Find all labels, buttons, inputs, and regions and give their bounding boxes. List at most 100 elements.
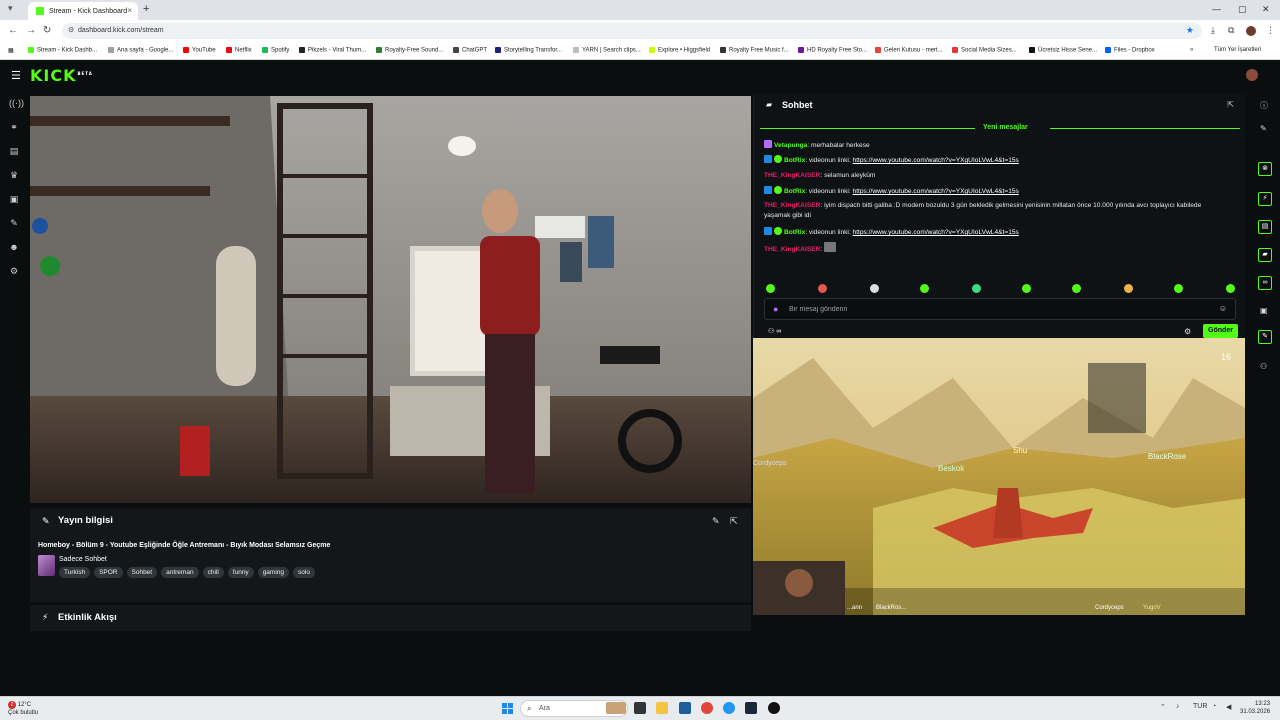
weather-widget[interactable]: 2 12°C Çok bulutlu <box>8 701 38 717</box>
bookmark-item[interactable]: Files - Dropbox <box>1105 47 1155 54</box>
wifi-icon[interactable]: ◔ <box>1212 703 1216 710</box>
lightning-icon[interactable]: ⚡ <box>1258 192 1272 206</box>
game-screen-preview[interactable]: Shu Beskok BlackRose Cordyceps 16 ...ann… <box>753 338 1245 615</box>
bookmark-item[interactable]: ChatGPT <box>453 47 487 54</box>
tray-overflow-icon[interactable]: ⌃ <box>1160 703 1166 711</box>
bookmark-item[interactable]: Storytelling Transfor... <box>495 47 562 54</box>
emote-icon[interactable] <box>870 284 879 293</box>
content-icon[interactable]: ▣ <box>9 194 19 204</box>
community-icon[interactable]: ⚭ <box>9 122 19 132</box>
tab-close-icon[interactable]: × <box>127 6 132 15</box>
analytics-icon[interactable]: ▤ <box>9 146 19 156</box>
clipboard-icon[interactable]: ▤ <box>1258 220 1272 234</box>
tag[interactable]: Turkish <box>59 567 91 578</box>
bookmark-item[interactable]: HD Royalty Free Sto... <box>798 47 867 54</box>
menu-icon[interactable]: ☰ <box>11 69 21 82</box>
back-icon[interactable]: ← <box>8 25 18 36</box>
tag[interactable]: SPOR <box>94 567 123 578</box>
app-icon[interactable] <box>768 702 780 714</box>
tag[interactable]: funny <box>227 567 254 578</box>
emote-icon[interactable] <box>920 284 929 293</box>
bookmark-item[interactable]: Spotify <box>262 47 289 54</box>
language-indicator[interactable]: TUR <box>1193 703 1207 710</box>
emote-icon[interactable] <box>1072 284 1081 293</box>
extensions-icon[interactable]: ⧉ <box>1228 25 1234 36</box>
link-icon[interactable]: ∞ <box>1258 276 1272 290</box>
download-icon[interactable]: ⤓ <box>1211 25 1215 36</box>
tag[interactable]: chill <box>202 567 224 578</box>
emote-icon[interactable] <box>972 284 981 293</box>
bookmark-item[interactable]: YARN | Search clips... <box>573 47 641 54</box>
bookmark-item[interactable]: Gelen Kutusu - mert... <box>875 47 943 54</box>
bookmark-item[interactable]: Netflix <box>226 47 252 54</box>
chat-tools-icon[interactable]: ⚇ ∞ <box>768 327 781 335</box>
popout-icon[interactable]: ⇱ <box>730 516 738 527</box>
emoji-picker-icon[interactable]: ☺ <box>1219 304 1227 313</box>
forward-icon[interactable]: → <box>26 25 36 36</box>
info-icon[interactable]: ⓘ <box>1260 100 1268 111</box>
emote-icon[interactable] <box>1174 284 1183 293</box>
category-name[interactable]: Sadece Sohbet <box>59 556 107 563</box>
widget-app-icon[interactable] <box>606 702 626 714</box>
stream-video-preview[interactable] <box>30 96 751 503</box>
edit-icon[interactable]: ✎ <box>712 516 720 527</box>
tag[interactable]: gaming <box>257 567 290 578</box>
emote-icon[interactable] <box>766 284 775 293</box>
stream-live-icon[interactable]: ((·)) <box>9 98 24 108</box>
bookmark-item[interactable]: Explore • Higgsfield <box>649 47 710 54</box>
task-view-icon[interactable] <box>634 702 646 714</box>
close-window-icon[interactable]: ✕ <box>1262 4 1270 15</box>
wrench-tool-icon[interactable]: ✎ <box>1258 330 1272 344</box>
settings-icon[interactable]: ⚙ <box>9 266 19 276</box>
share-icon[interactable]: ⚇ <box>1260 362 1267 371</box>
chat-popout-icon[interactable]: ⇱ <box>1227 100 1234 109</box>
chat-link[interactable]: https://www.youtube.com/watch?v=YXgUIoLV… <box>853 229 1019 236</box>
tools-icon[interactable]: ✎ <box>9 218 19 228</box>
bookmark-item[interactable]: YouTube <box>183 47 216 54</box>
emote-icon[interactable] <box>818 284 827 293</box>
browser-profile-avatar[interactable] <box>1246 26 1256 36</box>
chat-link[interactable]: https://www.youtube.com/watch?v=YXgUIoLV… <box>853 188 1019 195</box>
emote-icon[interactable] <box>1226 284 1235 293</box>
tab-search-icon[interactable]: ▾ <box>8 3 13 14</box>
bookmark-item[interactable]: Royalty Free Music f... <box>720 47 789 54</box>
app-icon[interactable] <box>723 702 735 714</box>
send-button[interactable]: Gönder <box>1203 324 1238 338</box>
file-explorer-icon[interactable] <box>656 702 668 714</box>
reload-icon[interactable]: ↻ <box>43 25 51 36</box>
apps-grid-icon[interactable]: ▦ <box>8 47 14 54</box>
store-icon[interactable] <box>679 702 691 714</box>
users-icon[interactable]: ☻ <box>9 242 19 252</box>
bookmark-item[interactable]: Ücretsiz Hisse Sene... <box>1029 47 1097 54</box>
system-clock[interactable]: 13:23 31.03.2026 <box>1240 700 1270 716</box>
chat-tool-icon[interactable]: ▰ <box>1258 248 1272 262</box>
obs-icon[interactable] <box>745 702 757 714</box>
volume-icon[interactable]: ◀ <box>1226 703 1231 711</box>
chrome-icon[interactable] <box>701 702 713 714</box>
layout-icon[interactable]: ▣ <box>1260 306 1268 315</box>
trophy-icon[interactable]: ♛ <box>9 170 19 180</box>
browser-tab-active[interactable]: Stream - Kick Dashboard × <box>28 2 138 20</box>
browser-menu-icon[interactable]: ⋮ <box>1266 25 1275 36</box>
tag[interactable]: Sohbet <box>126 567 158 578</box>
chat-settings-icon[interactable]: ⚙ <box>1184 327 1191 336</box>
emote-icon[interactable] <box>1124 284 1133 293</box>
mod-tool-icon[interactable]: ⊗ <box>1258 162 1272 176</box>
new-tab-button[interactable]: + <box>143 3 149 15</box>
mic-icon[interactable]: ♪ <box>1176 703 1180 710</box>
user-avatar[interactable] <box>1246 69 1258 81</box>
windows-start-icon[interactable] <box>502 703 513 714</box>
minimize-icon[interactable]: — <box>1212 4 1221 14</box>
maximize-icon[interactable]: ▢ <box>1238 4 1247 15</box>
chat-message-input[interactable] <box>789 303 1209 316</box>
edit-stream-icon[interactable]: ✎ <box>1260 124 1267 133</box>
bookmarks-overflow-icon[interactable]: » <box>1190 47 1193 53</box>
bookmark-item[interactable]: Stream - Kick Dashb... <box>28 47 97 54</box>
tag[interactable]: antreman <box>161 567 199 578</box>
chat-link[interactable]: https://www.youtube.com/watch?v=YXgUIoLV… <box>853 157 1019 164</box>
kick-logo[interactable]: KICKBETA <box>30 66 93 85</box>
bookmark-star-icon[interactable]: ★ <box>1186 25 1194 36</box>
tag[interactable]: solo <box>293 567 315 578</box>
bookmark-item[interactable]: Ana sayfa - Google... <box>108 47 173 54</box>
bookmark-item[interactable]: Royalty-Free Sound... <box>376 47 443 54</box>
